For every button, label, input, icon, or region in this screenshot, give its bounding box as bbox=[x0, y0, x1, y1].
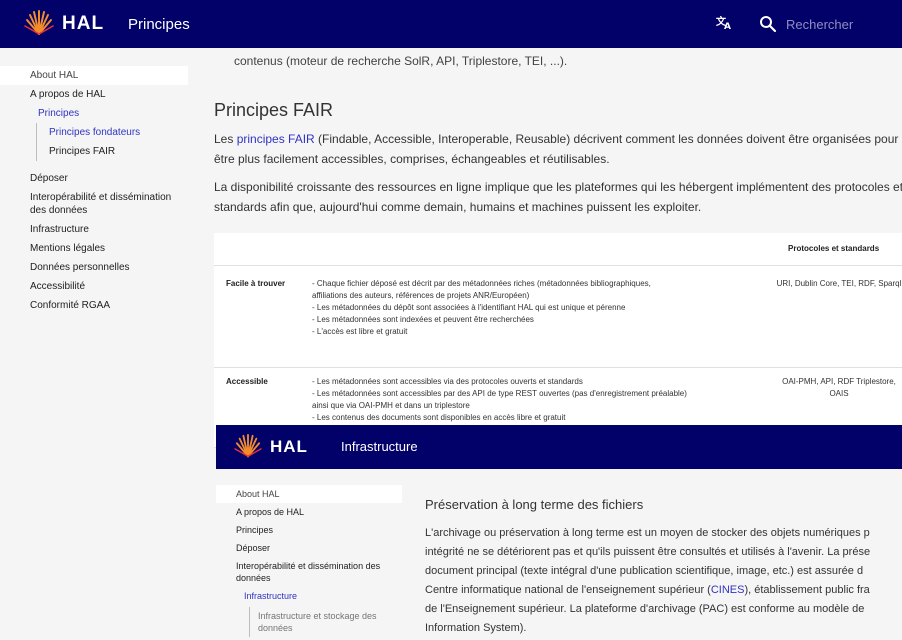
row-name: Facile à trouver bbox=[226, 279, 286, 288]
header-protocoles: Protocoles et standards bbox=[788, 244, 880, 253]
paragraph-line: Information System). bbox=[425, 622, 527, 634]
row-description: - Chaque fichier déposé est décrit par d… bbox=[312, 278, 762, 338]
overlay-section-heading: Préservation à long terme des fichiers bbox=[425, 497, 644, 512]
lead-text: contenus (moteur de recherche SolR, API,… bbox=[234, 54, 568, 68]
svg-text:A: A bbox=[724, 22, 731, 30]
desc-line: - Chaque fichier déposé est décrit par d… bbox=[312, 279, 651, 288]
top-app-bar: HAL Principes 文 A bbox=[0, 0, 902, 48]
paragraph-line: L'archivage ou préservation à long terme… bbox=[425, 527, 870, 539]
overlay-sidebar-item-about-hal[interactable]: About HAL bbox=[216, 485, 402, 503]
overlay-hal-logo[interactable]: HAL bbox=[234, 434, 308, 460]
overlay-sidebar-item-interoperabilite[interactable]: Interopérabilité et dissémination des do… bbox=[216, 557, 391, 587]
row-protocols: OAI-PMH, API, RDF Triplestore, OAIS bbox=[782, 377, 896, 398]
page-title: Principes bbox=[128, 16, 190, 33]
desc-line: affiliations des auteurs, références de … bbox=[312, 291, 530, 300]
search-input[interactable] bbox=[786, 16, 896, 32]
search-icon bbox=[760, 16, 777, 33]
overlay-screenshot-window: HAL Infrastructure About HAL A propos de… bbox=[216, 425, 902, 640]
sidebar-item-mentions-legales[interactable]: Mentions légales bbox=[0, 239, 200, 258]
overlay-sidebar-nav: About HAL A propos de HAL Principes Dépo… bbox=[216, 469, 406, 640]
sidebar-item-about-hal[interactable]: About HAL bbox=[0, 66, 188, 85]
search-box[interactable] bbox=[754, 8, 902, 40]
hal-logo[interactable]: HAL bbox=[24, 10, 104, 38]
row-description: - Les métadonnées sont accessibles via d… bbox=[312, 376, 762, 424]
desc-line: - Les contenus des documents sont dispon… bbox=[312, 413, 566, 422]
desc-line: - Les métadonnées sont accessibles par d… bbox=[312, 389, 687, 398]
overlay-paragraph: L'archivage ou préservation à long terme… bbox=[425, 524, 902, 638]
row-protocols: URI, Dublin Core, TEI, RDF, Sparql bbox=[776, 279, 902, 288]
desc-line: - Les métadonnées du dépôt sont associée… bbox=[312, 303, 626, 312]
paragraph-line: de l'Enseignement supérieur. La platefor… bbox=[425, 603, 865, 615]
overlay-sidebar-item-infrastructure[interactable]: Infrastructure bbox=[216, 587, 406, 605]
sidebar-item-conformite-rgaa[interactable]: Conformité RGAA bbox=[0, 296, 200, 315]
sidebar-item-a-propos[interactable]: A propos de HAL bbox=[0, 85, 200, 104]
cines-link[interactable]: CINES bbox=[711, 584, 745, 596]
paragraph-line: intégrité ne se détériorent pas et qu'il… bbox=[425, 546, 871, 558]
overlay-main-content: Préservation à long terme des fichiers L… bbox=[425, 469, 902, 640]
sidebar-item-deposer[interactable]: Déposer bbox=[0, 169, 200, 188]
desc-line: - Les métadonnées sont accessibles via d… bbox=[312, 377, 583, 386]
sidebar-item-principes-fondateurs[interactable]: Principes fondateurs bbox=[49, 123, 200, 142]
overlay-sidebar-item-principes[interactable]: Principes bbox=[216, 521, 406, 539]
para-text-after: (Findable, Accessible, Interoperable, Re… bbox=[214, 132, 899, 166]
line-text: Centre informatique national de l'enseig… bbox=[425, 584, 711, 596]
fair-table: Protocoles et standards Facile à trouver… bbox=[214, 233, 902, 448]
sidebar-item-accessibilite[interactable]: Accessibilité bbox=[0, 277, 200, 296]
table-row: Facile à trouver - Chaque fichier déposé… bbox=[214, 266, 902, 368]
overlay-sidebar-item-a-propos[interactable]: A propos de HAL bbox=[216, 503, 406, 521]
section-heading: Principes FAIR bbox=[214, 100, 334, 120]
availability-paragraph: La disponibilité croissante des ressourc… bbox=[214, 180, 902, 214]
overlay-logo-text: HAL bbox=[270, 437, 308, 456]
sidebar-item-principes-fair[interactable]: Principes FAIR bbox=[49, 142, 200, 161]
logo-text: HAL bbox=[62, 13, 105, 34]
fair-intro-paragraph: Les principes FAIR (Findable, Accessible… bbox=[214, 129, 902, 169]
para-text-before: Les bbox=[214, 132, 237, 146]
row-name: Accessible bbox=[226, 377, 268, 386]
sidebar-item-interoperabilite[interactable]: Interopérabilité et dissémination des do… bbox=[0, 188, 190, 220]
sidebar-item-donnees-personnelles[interactable]: Données personnelles bbox=[0, 258, 200, 277]
paragraph-line: Centre informatique national de l'enseig… bbox=[425, 581, 902, 600]
principes-fair-link[interactable]: principes FAIR bbox=[237, 132, 315, 146]
overlay-page-title: Infrastructure bbox=[341, 439, 418, 454]
sidebar-subnav-principes: Principes fondateurs Principes FAIR bbox=[36, 123, 200, 161]
hal-logo-icon bbox=[24, 10, 54, 35]
sidebar-item-infrastructure[interactable]: Infrastructure bbox=[0, 220, 200, 239]
overlay-sidebar-item-infrastructure-stockage[interactable]: Infrastructure et stockage des données bbox=[258, 607, 388, 637]
sidebar-nav: About HAL A propos de HAL Principes Prin… bbox=[0, 48, 200, 640]
desc-line: ainsi que via OAI-PMH et dans un triples… bbox=[312, 401, 470, 410]
paragraph-line: document principal (texte intégral d'une… bbox=[425, 565, 864, 577]
overlay-top-app-bar: HAL Infrastructure bbox=[216, 425, 902, 469]
hal-logo-icon bbox=[234, 434, 262, 458]
desc-line: - Les métadonnées sont indexées et peuve… bbox=[312, 315, 534, 324]
translate-icon[interactable]: 文 A bbox=[716, 14, 732, 34]
line-text-after: ), établissement public fra bbox=[744, 584, 870, 596]
overlay-sidebar-item-deposer[interactable]: Déposer bbox=[216, 539, 406, 557]
desc-line: - L'accès est libre et gratuit bbox=[312, 327, 408, 336]
table-header: Protocoles et standards bbox=[214, 233, 902, 266]
sidebar-item-principes[interactable]: Principes bbox=[0, 104, 200, 123]
overlay-subnav-infrastructure: Infrastructure et stockage des données bbox=[249, 607, 406, 637]
